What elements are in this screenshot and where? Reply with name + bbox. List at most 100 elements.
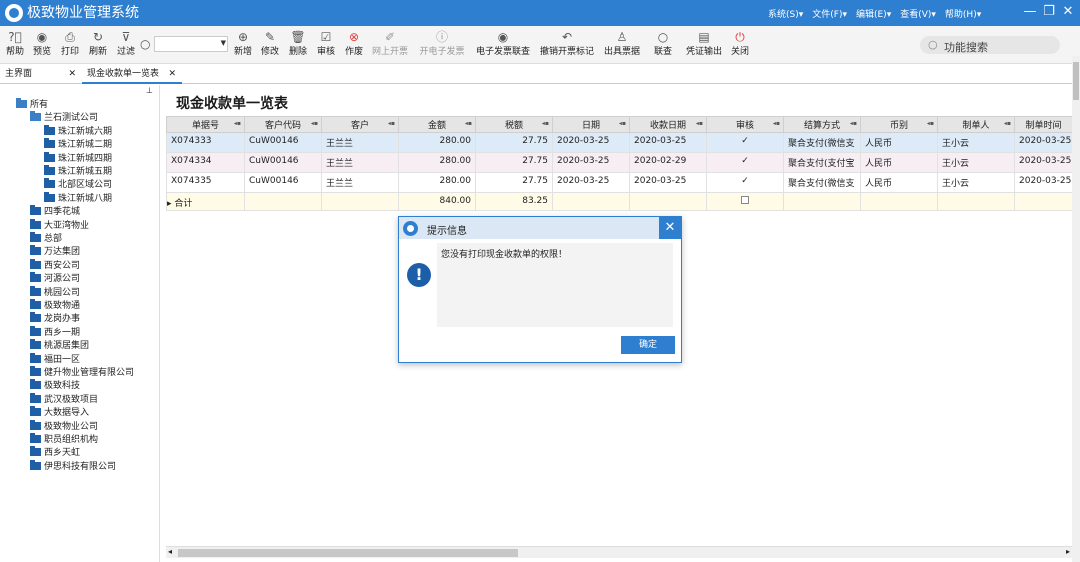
column-filter-icon[interactable]: ◂▪ <box>850 120 857 127</box>
tree-item[interactable]: 极致科技 <box>30 379 80 393</box>
column-filter-icon[interactable]: ◂▪ <box>311 120 318 127</box>
table-cell[interactable]: ✓ <box>706 172 784 193</box>
column-header[interactable]: 单据号 ◂▪ <box>166 116 245 133</box>
tree-item[interactable]: 极致物业公司 <box>30 419 98 434</box>
tree-item[interactable]: 健升物业管理有限公司 <box>30 366 134 380</box>
folder-icon <box>30 325 41 336</box>
scroll-left-icon[interactable]: ◂ <box>168 547 172 556</box>
tab-cash-receipt-list[interactable]: 现金收款单一览表 ✕ <box>82 64 182 84</box>
column-filter-icon[interactable]: ◂▪ <box>696 120 703 127</box>
tree-item[interactable]: 武汉极致项目 <box>30 392 98 407</box>
scroll-thumb[interactable] <box>178 549 518 557</box>
column-filter-icon[interactable]: ◂▪ <box>927 120 934 127</box>
column-filter-icon[interactable]: ◂▪ <box>234 120 241 127</box>
close-tab-icon[interactable]: ✕ <box>68 64 76 84</box>
scroll-thumb[interactable] <box>1073 62 1079 100</box>
audit-checkbox[interactable] <box>741 196 749 204</box>
filter-button[interactable]: ⊽ 过滤 <box>114 28 138 62</box>
tree-item[interactable]: 大亚湾物业 <box>30 218 89 233</box>
function-search-input[interactable]: ○ 功能搜索 <box>920 36 1060 54</box>
tree-item[interactable]: 极致物通 <box>30 299 80 313</box>
column-header[interactable]: 金额 ◂▪ <box>398 116 476 133</box>
pin-icon[interactable]: ⊥ <box>146 86 153 95</box>
scroll-right-icon[interactable]: ▸ <box>1066 547 1070 556</box>
column-filter-icon[interactable]: ◂▪ <box>388 120 395 127</box>
tree-item[interactable]: 西乡天虹 <box>30 446 80 460</box>
table-cell[interactable]: ✓ <box>706 132 784 153</box>
tree-item[interactable]: 珠江新城五期 <box>44 165 112 179</box>
audit-button[interactable]: ☑ 审核 <box>314 28 338 62</box>
horizontal-scrollbar[interactable]: ◂ ▸ <box>166 546 1072 558</box>
menu-edit[interactable]: 编辑(E)▾ <box>856 7 891 20</box>
tree-item[interactable]: 西安公司 <box>30 258 80 273</box>
tree-item[interactable]: 珠江新城八期 <box>44 191 112 206</box>
tree-item[interactable]: 桃园公司 <box>30 285 80 300</box>
column-filter-icon[interactable]: ◂▪ <box>1004 120 1011 127</box>
issue-bill-button[interactable]: ♙ 出具票据 <box>602 28 642 62</box>
column-header[interactable]: 制单时间 <box>1014 116 1073 133</box>
tree-item[interactable]: 兰石测试公司 <box>30 111 98 125</box>
tab-home[interactable]: 主界面 ✕ <box>0 64 82 84</box>
tree-item[interactable]: 四季花城 <box>30 205 80 219</box>
column-header[interactable]: 客户代码 ◂▪ <box>244 116 322 133</box>
e-invoice-query-button[interactable]: ◉ 电子发票联查 <box>474 28 532 62</box>
column-header[interactable]: 日期 ◂▪ <box>552 116 630 133</box>
tree-item[interactable]: 北部区域公司 <box>44 178 112 192</box>
tree-item[interactable]: 龙岗办事 <box>30 312 80 326</box>
link-query-button[interactable]: ○ 联查 <box>652 28 674 62</box>
close-window-icon[interactable]: ✕ <box>1060 4 1076 20</box>
column-header[interactable]: 审核 ◂▪ <box>706 116 784 133</box>
menu-file[interactable]: 文件(F)▾ <box>812 7 847 20</box>
tree-item[interactable]: 珠江新城六期 <box>44 124 112 139</box>
column-header[interactable]: 币别 ◂▪ <box>860 116 938 133</box>
tree-item[interactable]: 珠江新城二期 <box>44 138 112 152</box>
tree-item[interactable]: 桃源居集团 <box>30 339 89 353</box>
tree-item[interactable]: 总部 <box>30 232 62 246</box>
preview-button[interactable]: ◉ 预览 <box>30 28 54 62</box>
column-header[interactable]: 收款日期 ◂▪ <box>629 116 707 133</box>
column-header[interactable]: 税额 ◂▪ <box>475 116 553 133</box>
print-button[interactable]: ⎙ 打印 <box>58 28 82 62</box>
ok-button[interactable]: 确定 <box>621 336 675 354</box>
tree-item[interactable]: 福田一区 <box>30 352 80 367</box>
tree-item[interactable]: 伊思科技有限公司 <box>30 459 116 474</box>
online-invoice-button[interactable]: ✐ 网上开票 <box>370 28 410 62</box>
tree-item[interactable]: 所有 <box>16 98 48 112</box>
help-button[interactable]: ?⃝ 帮助 <box>4 28 26 62</box>
add-button[interactable]: ⊕ 新增 <box>231 28 255 62</box>
close-button[interactable]: ⏻ 关闭 <box>728 28 752 62</box>
tree-item[interactable]: 西乡一期 <box>30 325 80 340</box>
column-filter-icon[interactable]: ◂▪ <box>773 120 780 127</box>
menu-help[interactable]: 帮助(H)▾ <box>945 7 981 20</box>
column-filter-icon[interactable]: ◂▪ <box>465 120 472 127</box>
tree-item[interactable]: 万达集团 <box>30 245 80 259</box>
table-cell[interactable]: ✓ <box>706 152 784 173</box>
tree-item[interactable]: 职员组织机构 <box>30 433 98 447</box>
void-button[interactable]: ⊗ 作废 <box>342 28 366 62</box>
column-header[interactable]: 客户 ◂▪ <box>321 116 399 133</box>
tree-item[interactable]: 河源公司 <box>30 272 80 286</box>
voucher-output-button[interactable]: ▤ 凭证输出 <box>684 28 724 62</box>
restore-icon[interactable]: ❐ <box>1041 4 1057 20</box>
column-filter-icon[interactable]: ◂▪ <box>619 120 626 127</box>
table-row[interactable]: X074335 CuW00146 王兰兰 280.00 27.75 2020-03-25 2… <box>166 172 1073 193</box>
close-tab-icon[interactable]: ✕ <box>168 64 176 84</box>
cancel-invoice-mark-button[interactable]: ↶ 撤销开票标记 <box>538 28 596 62</box>
tree-item[interactable]: 珠江新城四期 <box>44 151 112 166</box>
query-combo[interactable]: ▼ <box>154 36 228 52</box>
delete-button[interactable]: 🗑 删除 <box>286 28 310 62</box>
column-header[interactable]: 制单人 ◂▪ <box>937 116 1015 133</box>
column-header[interactable]: 结算方式 ◂▪ <box>783 116 861 133</box>
tree-item[interactable]: 大数据导入 <box>30 406 89 420</box>
table-row[interactable]: X074333 CuW00146 王兰兰 280.00 27.75 2020-03-25 2… <box>166 132 1073 153</box>
close-icon[interactable]: ✕ <box>659 217 681 239</box>
menu-view[interactable]: 查看(V)▾ <box>900 7 936 20</box>
edit-button[interactable]: ✎ 修改 <box>258 28 282 62</box>
refresh-button[interactable]: ↻ 刷新 <box>86 28 110 62</box>
vertical-scrollbar[interactable] <box>1072 56 1080 562</box>
menu-system[interactable]: 系统(S)▾ <box>768 7 803 20</box>
e-invoice-button[interactable]: ⓘ 开电子发票 <box>418 28 466 62</box>
column-filter-icon[interactable]: ◂▪ <box>542 120 549 127</box>
minimize-icon[interactable]: — <box>1022 4 1038 20</box>
table-row[interactable]: X074334 CuW00146 王兰兰 280.00 27.75 2020-03-25 2… <box>166 152 1073 173</box>
